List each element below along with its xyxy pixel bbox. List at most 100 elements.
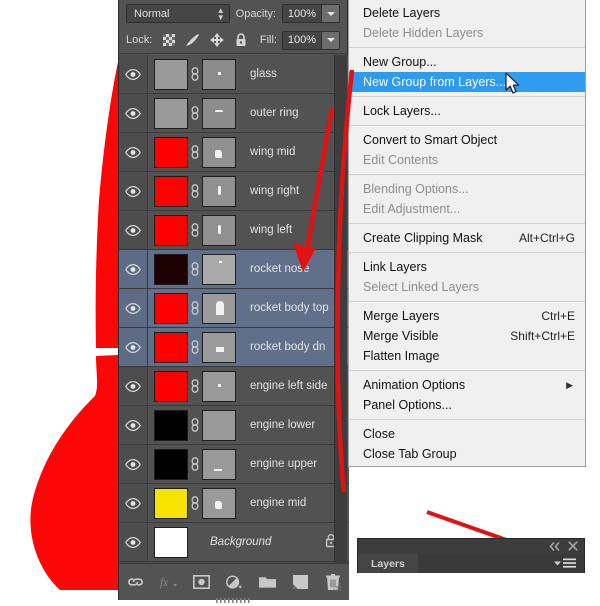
layer-row[interactable]: outer ring [119,94,349,133]
layer-mask-thumbnail[interactable] [202,487,236,519]
layer-name[interactable]: rocket body dn [250,341,325,353]
mask-link-icon[interactable] [188,223,202,237]
menu-item[interactable]: New Group... [349,52,585,72]
mask-link-icon[interactable] [188,379,202,393]
add-mask-icon[interactable] [192,574,210,591]
menu-item[interactable]: Merge Visible Shift+Ctrl+E [349,326,585,346]
layer-row[interactable]: wing mid [119,133,349,172]
layer-mask-thumbnail[interactable] [202,136,236,168]
opacity-input[interactable]: 100% [282,4,322,23]
layer-thumbnail[interactable] [154,58,188,90]
layer-visibility-toggle[interactable] [119,445,148,483]
mask-link-icon[interactable] [188,145,202,159]
layer-name[interactable]: engine lower [250,419,315,431]
layer-row[interactable]: engine mid [119,484,349,523]
menu-item[interactable]: Close [349,424,585,444]
layer-visibility-toggle[interactable] [119,172,148,210]
new-group-icon[interactable] [258,574,276,591]
menu-item[interactable]: Close Tab Group [349,444,585,464]
mask-link-icon[interactable] [188,262,202,276]
menu-item[interactable]: New Group from Layers... [349,72,585,92]
lock-position-move-icon[interactable] [209,33,224,48]
layer-name[interactable]: rocket nose [250,263,309,275]
mask-link-icon[interactable] [188,418,202,432]
layer-thumbnail[interactable] [154,214,188,246]
layer-mask-thumbnail[interactable] [202,58,236,90]
link-layers-icon[interactable] [127,574,144,591]
layer-row[interactable]: wing right [119,172,349,211]
menu-item[interactable]: Delete Layers [349,3,585,23]
mask-link-icon[interactable] [188,106,202,120]
layer-name[interactable]: glass [250,68,277,80]
layer-visibility-toggle[interactable] [119,484,148,522]
layer-thumbnail[interactable] [154,526,188,558]
layer-visibility-toggle[interactable] [119,406,148,444]
menu-item[interactable]: Convert to Smart Object [349,130,585,150]
mask-link-icon[interactable] [188,301,202,315]
layer-row-background[interactable]: Background [119,523,349,562]
layer-visibility-toggle[interactable] [119,289,148,327]
opacity-dropdown-button[interactable] [322,4,340,23]
layer-mask-thumbnail[interactable] [202,448,236,480]
menu-item[interactable]: Panel Options... [349,395,585,415]
layer-name[interactable]: engine mid [250,497,306,509]
panel-drag-grip[interactable] [216,594,252,603]
layer-mask-thumbnail[interactable] [202,409,236,441]
layer-mask-thumbnail[interactable] [202,370,236,402]
layer-thumbnail[interactable] [154,487,188,519]
fill-input[interactable]: 100% [282,30,322,50]
layer-row[interactable]: rocket body dn [119,328,349,367]
panel-menu-icon[interactable] [554,558,576,569]
layer-row[interactable]: engine lower [119,406,349,445]
layer-name[interactable]: wing left [250,224,292,236]
mask-link-icon[interactable] [188,457,202,471]
layer-thumbnail[interactable] [154,292,188,324]
layer-mask-thumbnail[interactable] [202,175,236,207]
lock-transparent-pixels-icon[interactable] [161,33,176,48]
layer-row[interactable]: rocket body top [119,289,349,328]
layer-thumbnail[interactable] [154,448,188,480]
layer-list[interactable]: glass outer ring wing mid wing right wing le… [119,55,349,563]
lock-all-icon[interactable] [233,33,248,48]
layer-thumbnail[interactable] [154,97,188,129]
panel-resize-grip-icon[interactable] [328,578,345,595]
lock-image-pixels-brush-icon[interactable] [185,33,200,48]
layer-visibility-toggle[interactable] [119,367,148,405]
layer-name[interactable]: engine upper [250,458,317,470]
layer-name[interactable]: Background [210,536,271,548]
layer-name[interactable]: rocket body top [250,302,329,314]
layer-mask-thumbnail[interactable] [202,214,236,246]
layer-mask-thumbnail[interactable] [202,331,236,363]
layer-mask-thumbnail[interactable] [202,292,236,324]
layer-mask-thumbnail[interactable] [202,253,236,285]
menu-item[interactable]: Create Clipping Mask Alt+Ctrl+G [349,228,585,248]
layer-visibility-toggle[interactable] [119,55,148,93]
layers-panel-context-menu[interactable]: Delete Layers Delete Hidden Layers New Gro… [348,0,586,467]
layer-list-scrollbar[interactable] [334,55,347,563]
layer-visibility-toggle[interactable] [119,133,148,171]
layer-thumbnail[interactable] [154,409,188,441]
mask-link-icon[interactable] [188,67,202,81]
close-icon[interactable] [568,538,578,556]
mask-link-icon[interactable] [188,340,202,354]
mask-link-icon[interactable] [188,496,202,510]
new-layer-icon[interactable] [292,574,309,591]
layer-visibility-toggle[interactable] [119,94,148,132]
layer-thumbnail[interactable] [154,175,188,207]
layer-style-fx-icon[interactable]: fx [160,574,177,591]
layer-row[interactable]: wing left [119,211,349,250]
menu-item[interactable]: Lock Layers... [349,101,585,121]
layer-thumbnail[interactable] [154,253,188,285]
layer-visibility-toggle[interactable] [119,211,148,249]
layer-mask-thumbnail[interactable] [202,97,236,129]
menu-item[interactable]: Merge Layers Ctrl+E [349,306,585,326]
adjustment-layer-icon[interactable] [225,574,243,591]
menu-item[interactable]: Animation Options ▶ [349,375,585,395]
layer-name[interactable]: engine left side [250,380,327,392]
layer-visibility-toggle[interactable] [119,328,148,366]
layer-thumbnail[interactable] [154,331,188,363]
menu-item[interactable]: Link Layers [349,257,585,277]
collapse-to-icons-icon[interactable] [549,538,561,556]
blend-mode-select[interactable]: Normal ▲ ▼ [126,4,230,23]
menu-item[interactable]: Flatten Image [349,346,585,366]
